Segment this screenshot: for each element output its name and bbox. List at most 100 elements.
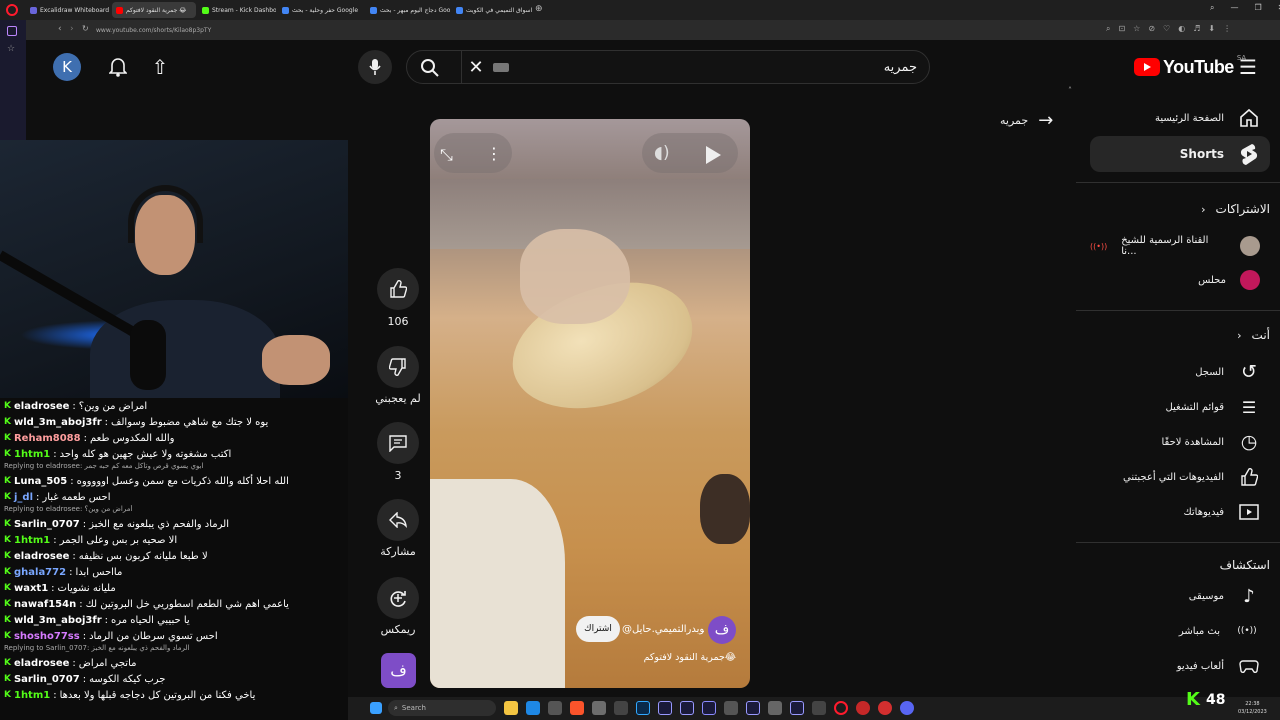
file-explorer-icon[interactable] [504, 701, 518, 715]
search-box[interactable]: ✕ [406, 50, 930, 84]
app-icon[interactable] [856, 701, 870, 715]
subscriptions-heading[interactable]: › الاشتراكات [1201, 202, 1270, 216]
play-icon[interactable] [706, 146, 721, 164]
sidebar-item-music[interactable]: موسيقى ♪ [1090, 578, 1270, 614]
app-icon[interactable] [724, 701, 738, 715]
chat-username[interactable]: 1htm1 [14, 449, 50, 460]
comments-button[interactable] [377, 422, 419, 464]
browser-tab[interactable]: جمرية النقود لافتوكم 😂 [112, 2, 196, 18]
sidebar-item-gaming[interactable]: ألعاب فيديو [1090, 648, 1270, 684]
app-icon[interactable] [592, 701, 606, 715]
sidebar-item-home[interactable]: الصفحة الرئيسية [1090, 100, 1270, 136]
chat-username[interactable]: shosho77ss [14, 631, 80, 642]
chat-username[interactable]: Sarlin_0707 [14, 519, 80, 530]
remix-button[interactable] [377, 577, 419, 619]
address-tools: ⌕⊡☆⊘♡◐♬⬇⋮ [1106, 24, 1240, 33]
clear-search-icon[interactable]: ✕ [465, 55, 487, 79]
chat-username[interactable]: ghala772 [14, 567, 66, 578]
browser-tab[interactable]: حفر وحلية - بحث Google [278, 2, 364, 18]
app-icon[interactable] [768, 701, 782, 715]
sidebar-item-your-videos[interactable]: فيديوهاتك [1090, 494, 1270, 530]
sidebar-item-watch-later[interactable]: المشاهدة لاحقًا ◷ [1090, 424, 1270, 460]
chat-username[interactable]: Sarlin_0707 [14, 674, 80, 685]
sidebar-item-subscription[interactable]: محلس [1090, 262, 1270, 298]
volume-icon[interactable]: ◖) [654, 143, 670, 163]
browser-tab[interactable]: Excalidraw Whiteboard [26, 2, 110, 18]
shorts-video-player[interactable]: ⤡ ⋮ ◖) ف @ابوبدرالتميمي.حايل اشتراك جمري… [430, 119, 750, 688]
audition-icon[interactable] [658, 701, 672, 715]
chat-username[interactable]: wld_3m_aboj3fr [14, 417, 102, 428]
taskbar-search[interactable]: ⌕ Search [388, 700, 496, 716]
sidebar-item-playlists[interactable]: قوائم التشغيل ☰ [1090, 389, 1270, 425]
app-icon[interactable] [878, 701, 892, 715]
browser-tab[interactable]: اسواق التميمي في الكويت [452, 2, 534, 18]
sidebar-item-liked-videos[interactable]: الفيديوهات التي أعجبتني [1090, 459, 1270, 495]
chat-username[interactable]: eladrosee [14, 401, 69, 412]
url-text[interactable]: www.youtube.com/shorts/Kilao8p3pTY [96, 27, 211, 34]
video-title[interactable]: جمرية النقود لافتوكم😂 [580, 652, 736, 663]
discord-icon[interactable] [900, 701, 914, 715]
star-icon[interactable]: ☆ [7, 44, 15, 54]
forward-icon[interactable]: › [70, 24, 74, 34]
chat-username[interactable]: wld_3m_aboj3fr [14, 615, 102, 626]
upload-icon[interactable]: ⇧ [148, 54, 172, 80]
app-icon[interactable] [614, 701, 628, 715]
app-icon[interactable] [812, 701, 826, 715]
browser-tab[interactable]: Stream - Kick Dashboard [198, 2, 276, 18]
you-heading[interactable]: › أنت [1237, 328, 1270, 342]
brave-icon[interactable] [570, 701, 584, 715]
sidebar-item-shorts[interactable]: Shorts [1090, 136, 1270, 172]
photoshop-icon[interactable] [636, 701, 650, 715]
keyboard-icon[interactable] [493, 63, 509, 72]
chat-username[interactable]: j_dl [14, 492, 33, 503]
windows-start-icon[interactable] [370, 702, 382, 714]
chat-username[interactable]: nawaf154n [14, 599, 76, 610]
like-button[interactable] [377, 268, 419, 310]
back-icon[interactable]: ‹ [58, 24, 62, 34]
channel-handle[interactable]: @ابوبدرالتميمي.حايل [622, 624, 704, 635]
chat-username[interactable]: Luna_505 [14, 476, 67, 487]
dislike-button[interactable] [377, 346, 419, 388]
tab-favicon-icon [30, 6, 37, 14]
opera-icon[interactable] [834, 701, 848, 715]
reload-icon[interactable]: ↻ [82, 24, 89, 33]
sidebar-item-history[interactable]: السجل ↺ [1090, 354, 1270, 390]
premiere-icon[interactable] [790, 701, 804, 715]
sidebar-item-live[interactable]: بث مباشر ((•)) [1090, 613, 1270, 649]
more-options-icon[interactable]: ⋮ [486, 144, 502, 163]
address-bar[interactable]: ‹ › ↻ www.youtube.com/shorts/Kilao8p3pTY… [26, 20, 1280, 40]
new-tab-icon[interactable]: ⊕ [535, 4, 543, 14]
home-icon[interactable] [7, 26, 17, 36]
chat-username[interactable]: Reham8088 [14, 433, 81, 444]
avatar[interactable]: K [53, 53, 81, 81]
chat-username[interactable]: eladrosee [14, 658, 69, 669]
youtube-logo[interactable]: YouTube SA [1134, 54, 1246, 78]
opera-logo-icon[interactable] [6, 4, 18, 16]
voice-search-icon[interactable] [358, 50, 392, 84]
notifications-icon[interactable] [106, 54, 130, 80]
sidebar-item-subscription[interactable]: ((•)) القناة الرسمية للشيخ نا... [1090, 228, 1270, 264]
back-to-search[interactable]: جمريه → [1000, 110, 1053, 131]
media-encoder-icon[interactable] [702, 701, 716, 715]
search-input[interactable] [517, 56, 917, 78]
chevron-up-icon[interactable]: ˄ [1068, 86, 1072, 95]
browser-tab[interactable]: دجاج اليوم مبهر - بحث Google [366, 2, 450, 18]
vscode-icon[interactable] [526, 701, 540, 715]
after-effects-icon[interactable] [680, 701, 694, 715]
chat-username[interactable]: waxt1 [14, 583, 48, 594]
maximize-icon[interactable]: ❐ [1254, 3, 1261, 13]
channel-avatar[interactable]: ف [708, 616, 736, 644]
chat-username[interactable]: eladrosee [14, 551, 69, 562]
audition-icon[interactable] [746, 701, 760, 715]
chat-username[interactable]: 1htm1 [14, 690, 50, 701]
share-button[interactable] [377, 499, 419, 541]
app-icon[interactable] [548, 701, 562, 715]
search-icon[interactable] [417, 55, 443, 81]
chat-username[interactable]: 1htm1 [14, 535, 50, 546]
search-tabs-icon[interactable]: ⌕ [1210, 3, 1214, 13]
subscribe-button[interactable]: اشتراك [576, 616, 620, 642]
minimize-icon[interactable]: — [1230, 3, 1238, 13]
channel-button[interactable]: ف [381, 653, 416, 688]
fullscreen-icon[interactable]: ⤡ [440, 145, 453, 165]
system-clock[interactable]: 22:38 03/12/2023 [1238, 700, 1267, 716]
